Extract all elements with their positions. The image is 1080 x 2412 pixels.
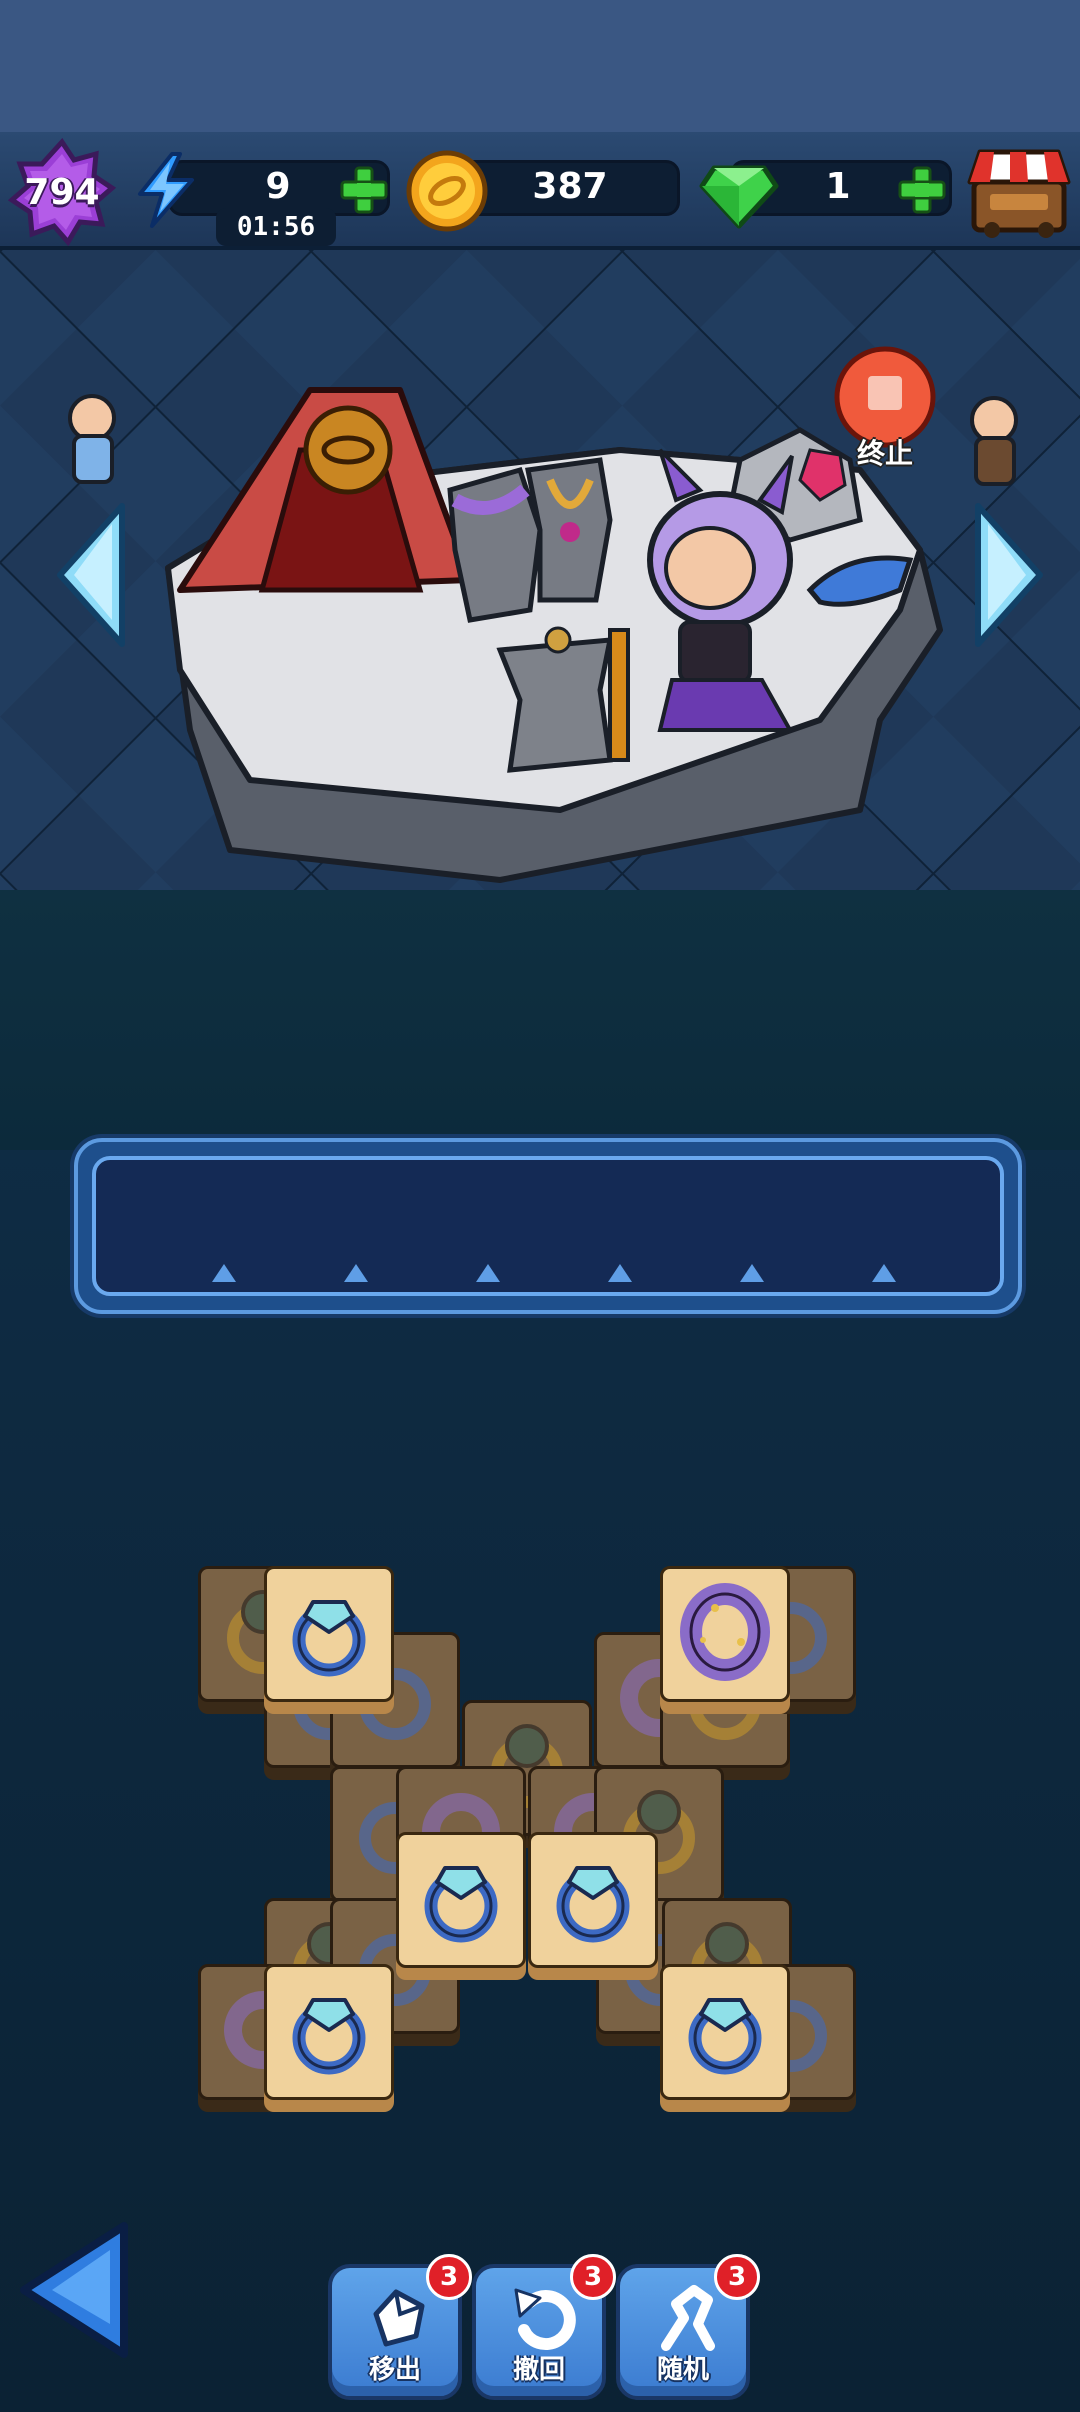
tray-slot-marker: [344, 1264, 368, 1282]
coins-value: 387: [532, 166, 608, 207]
tray-slot-marker: [872, 1264, 896, 1282]
back-arrow-icon[interactable]: [16, 2220, 136, 2360]
undo-tool-icon: [514, 2288, 576, 2351]
tray-slot-marker: [476, 1264, 500, 1282]
gems-value: 1: [825, 166, 851, 207]
remove-label: 移出: [368, 2355, 421, 2385]
scene-next-arrow[interactable]: [968, 500, 1048, 650]
gems-plus-button[interactable]: [896, 164, 948, 216]
energy-timer: 01:56: [216, 208, 336, 246]
selectable-tile[interactable]: [528, 1832, 658, 1980]
selectable-tile[interactable]: [264, 1964, 394, 2112]
shuffle-count-badge: 3: [714, 2254, 760, 2300]
tray-slot-marker: [608, 1264, 632, 1282]
stop-label: 终止: [856, 437, 913, 470]
tray-slot-marker: [212, 1264, 236, 1282]
tile-tray: [74, 1138, 1022, 1314]
undo-label: 撤回: [512, 2355, 565, 2385]
scene-prev-arrow[interactable]: [52, 500, 132, 650]
selectable-tile[interactable]: [264, 1566, 394, 1714]
selectable-tile[interactable]: [660, 1566, 790, 1714]
shuffle-button[interactable]: 随机 3: [616, 2254, 760, 2400]
blue-crystal-ring-icon: [292, 1600, 366, 1677]
blue-crystal-ring-icon: [292, 1998, 366, 2075]
energy-value: 9: [265, 166, 291, 207]
selectable-tile[interactable]: [396, 1832, 526, 1980]
stop-icon: [868, 376, 902, 410]
energy-plus-button[interactable]: [338, 164, 390, 216]
lightning-icon: [138, 152, 194, 228]
purple-stone-ring-icon: [680, 1583, 770, 1681]
shop-icon[interactable]: [964, 142, 1074, 242]
selectable-tile[interactable]: [660, 1964, 790, 2112]
player-level-badge[interactable]: 794: [8, 138, 116, 246]
remove-count-badge: 3: [426, 2254, 472, 2300]
shuffle-label: 随机: [656, 2355, 709, 2385]
undo-button[interactable]: 撤回 3: [472, 2254, 616, 2400]
undo-count-badge: 3: [570, 2254, 616, 2300]
blue-crystal-ring-icon: [556, 1866, 630, 1943]
remove-tool-icon: [373, 2289, 425, 2347]
shuffle-tool-icon: [661, 2285, 715, 2351]
remove-button[interactable]: 移出 3: [328, 2254, 472, 2400]
status-area: [0, 0, 1080, 132]
blue-crystal-ring-icon: [424, 1866, 498, 1943]
coin-icon: [406, 150, 488, 232]
scene-floor: [0, 890, 1080, 1150]
tray-slots: [92, 1156, 1004, 1296]
blue-crystal-ring-icon: [688, 1998, 762, 2075]
player-level-value: 794: [24, 172, 100, 213]
tray-slot-marker: [740, 1264, 764, 1282]
gem-icon: [699, 165, 779, 229]
